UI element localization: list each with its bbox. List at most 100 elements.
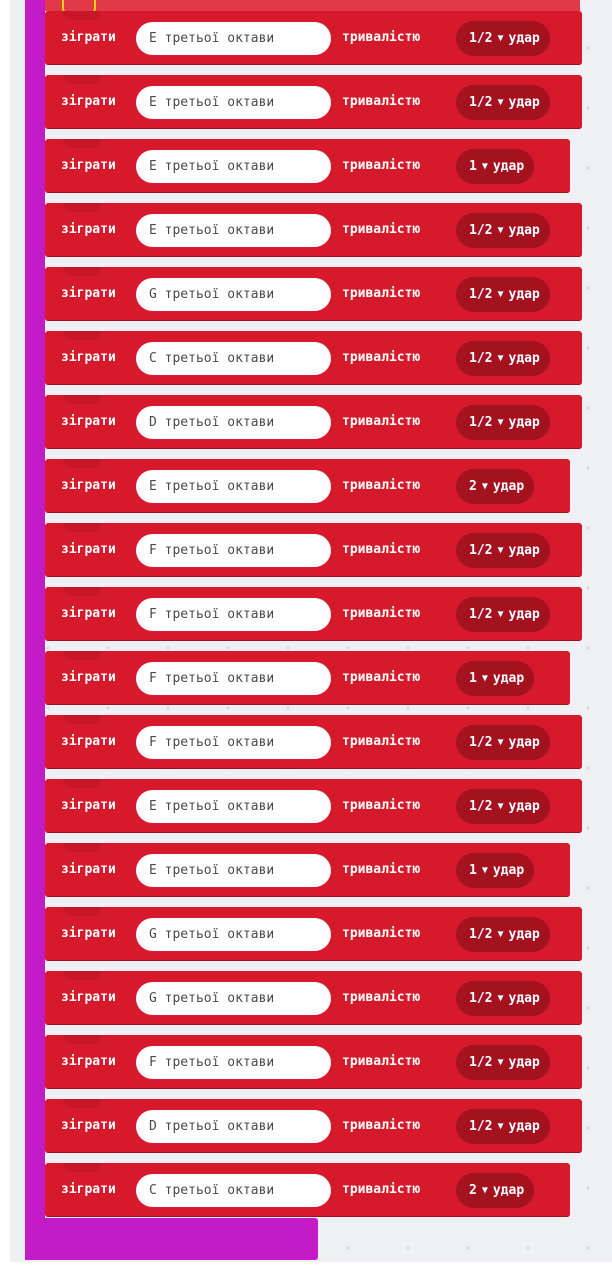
duration-label: тривалістю [342, 94, 421, 109]
beat-value: 1 [469, 159, 477, 174]
block-notch [63, 11, 101, 20]
play-tone-block[interactable]: зіграти G третьої октави тривалістю 1/2 … [45, 971, 582, 1025]
caret-down-icon: ▼ [481, 673, 488, 684]
beat-dropdown[interactable]: 1/2 ▼ удар [456, 1109, 550, 1144]
note-field[interactable]: F третьої октави [136, 662, 331, 695]
note-field[interactable]: F третьої октави [136, 534, 331, 567]
container-block-footer[interactable] [25, 1218, 318, 1260]
beat-dropdown[interactable]: 1/2 ▼ удар [456, 21, 550, 56]
note-field[interactable]: E третьої октави [136, 854, 331, 887]
note-field[interactable]: F третьої октави [136, 598, 331, 631]
beat-dropdown[interactable]: 1/2 ▼ удар [456, 405, 550, 440]
duration-label: тривалістю [342, 222, 421, 237]
note-field[interactable]: E третьої октави [136, 470, 331, 503]
play-tone-block[interactable]: зіграти G третьої октави тривалістю 1/2 … [45, 907, 582, 961]
beat-dropdown[interactable]: 1/2 ▼ удар [456, 213, 550, 248]
note-field[interactable]: C третьої октави [136, 342, 331, 375]
play-label: зіграти [61, 1054, 116, 1069]
block-notch [63, 715, 101, 724]
play-tone-block[interactable]: зіграти F третьої октави тривалістю 1/2 … [45, 587, 582, 641]
note-value: F третьої октави [149, 543, 275, 558]
block-notch [63, 267, 101, 276]
play-tone-block[interactable]: зіграти F третьої октави тривалістю 1 ▼ … [45, 651, 570, 705]
note-field[interactable]: G третьої октави [136, 982, 331, 1015]
play-label: зіграти [61, 798, 116, 813]
play-tone-block[interactable]: зіграти E третьої октави тривалістю 1/2 … [45, 11, 582, 65]
play-tone-block[interactable]: зіграти G третьої октави тривалістю 1/2 … [45, 267, 582, 321]
caret-down-icon: ▼ [497, 929, 504, 940]
note-field[interactable]: D третьої октави [136, 406, 331, 439]
note-field[interactable]: E третьої октави [136, 150, 331, 183]
play-tone-block[interactable]: зіграти E третьої октави тривалістю 1 ▼ … [45, 139, 570, 193]
play-tone-block[interactable]: зіграти E третьої октави тривалістю 1/2 … [45, 203, 582, 257]
note-value: F третьої октави [149, 671, 275, 686]
duration-label: тривалістю [342, 30, 421, 45]
beat-dropdown[interactable]: 1/2 ▼ удар [456, 85, 550, 120]
play-tone-block[interactable]: зіграти C третьої октави тривалістю 1/2 … [45, 331, 582, 385]
note-value: F третьої октави [149, 735, 275, 750]
beat-value: 1/2 [469, 1119, 493, 1134]
beat-unit: удар [508, 543, 540, 558]
parent-block-edge[interactable] [45, 0, 580, 11]
play-tone-block[interactable]: зіграти D третьої октави тривалістю 1/2 … [45, 395, 582, 449]
beat-value: 1/2 [469, 607, 493, 622]
note-value: C третьої октави [149, 351, 275, 366]
caret-down-icon: ▼ [497, 289, 504, 300]
caret-down-icon: ▼ [497, 97, 504, 108]
beat-unit: удар [492, 863, 525, 878]
note-field[interactable]: G третьої октави [136, 918, 331, 951]
play-tone-block[interactable]: зіграти F третьої октави тривалістю 1/2 … [45, 1035, 582, 1089]
play-label: зіграти [61, 1118, 116, 1133]
beat-dropdown[interactable]: 2 ▼ удар [456, 1173, 535, 1208]
beat-value: 1/2 [469, 1055, 493, 1070]
workspace-bottom-edge [10, 1262, 612, 1274]
beat-unit: удар [508, 799, 540, 814]
beat-dropdown[interactable]: 1 ▼ удар [456, 853, 535, 888]
play-tone-block[interactable]: зіграти D третьої октави тривалістю 1/2 … [45, 1099, 582, 1153]
play-tone-block[interactable]: зіграти F третьої октави тривалістю 1/2 … [45, 523, 582, 577]
play-label: зіграти [61, 990, 116, 1005]
note-field[interactable]: D третьої октави [136, 1110, 331, 1143]
beat-dropdown[interactable]: 1/2 ▼ удар [456, 981, 550, 1016]
play-label: зіграти [61, 670, 116, 685]
block-notch [63, 139, 101, 148]
beat-dropdown[interactable]: 2 ▼ удар [456, 469, 535, 504]
beat-dropdown[interactable]: 1/2 ▼ удар [456, 789, 550, 824]
beat-dropdown[interactable]: 1/2 ▼ удар [456, 1045, 550, 1080]
note-field[interactable]: E третьої октави [136, 790, 331, 823]
note-field[interactable]: E третьої октави [136, 86, 331, 119]
note-field[interactable]: F третьої октави [136, 726, 331, 759]
beat-dropdown[interactable]: 1/2 ▼ удар [456, 277, 550, 312]
beat-dropdown[interactable]: 1/2 ▼ удар [456, 917, 550, 952]
play-tone-block[interactable]: зіграти E третьої октави тривалістю 1/2 … [45, 75, 582, 129]
beat-dropdown[interactable]: 1/2 ▼ удар [456, 597, 550, 632]
beat-value: 1 [469, 863, 477, 878]
beat-dropdown[interactable]: 1 ▼ удар [456, 149, 535, 184]
play-tone-block[interactable]: зіграти F третьої октави тривалістю 1/2 … [45, 715, 582, 769]
beat-dropdown[interactable]: 1 ▼ удар [456, 661, 535, 696]
note-field[interactable]: G третьої октави [136, 278, 331, 311]
duration-label: тривалістю [342, 350, 421, 365]
beat-dropdown[interactable]: 1/2 ▼ удар [456, 341, 550, 376]
beat-value: 1/2 [469, 543, 493, 558]
play-tone-block[interactable]: зіграти C третьої октави тривалістю 2 ▼ … [45, 1163, 570, 1217]
note-field[interactable]: E третьої октави [136, 22, 331, 55]
block-notch [63, 1035, 101, 1044]
block-notch [63, 971, 101, 980]
play-tone-block[interactable]: зіграти E третьої октави тривалістю 1 ▼ … [45, 843, 570, 897]
beat-unit: удар [492, 159, 525, 174]
block-notch [63, 1099, 101, 1108]
note-value: E третьої октави [149, 863, 275, 878]
play-tone-block[interactable]: зіграти E третьої октави тривалістю 1/2 … [45, 779, 582, 833]
beat-unit: удар [508, 95, 540, 110]
beat-dropdown[interactable]: 1/2 ▼ удар [456, 725, 550, 760]
beat-dropdown[interactable]: 1/2 ▼ удар [456, 533, 550, 568]
note-field[interactable]: E третьої октави [136, 214, 331, 247]
play-tone-block[interactable]: зіграти E третьої октави тривалістю 2 ▼ … [45, 459, 570, 513]
container-block-arm[interactable] [25, 0, 45, 1240]
duration-label: тривалістю [342, 1182, 421, 1197]
beat-value: 1/2 [469, 991, 493, 1006]
beat-unit: удар [508, 927, 540, 942]
note-field[interactable]: C третьої октави [136, 1174, 331, 1207]
note-field[interactable]: F третьої октави [136, 1046, 331, 1079]
